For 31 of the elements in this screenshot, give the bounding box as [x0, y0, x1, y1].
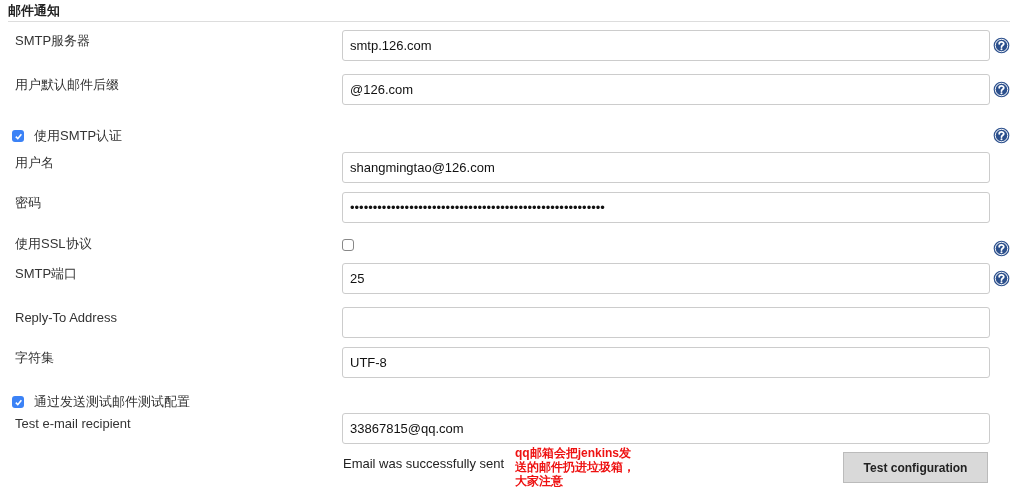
test-configuration-button[interactable]: Test configuration	[843, 452, 988, 483]
help-icon[interactable]	[993, 37, 1010, 54]
input-field[interactable]: smtp.126.com	[342, 30, 990, 61]
checkbox[interactable]	[342, 239, 354, 251]
input-field[interactable]: shangmingtao@126.com	[342, 152, 990, 183]
field-label: 用户名	[15, 155, 54, 170]
field-label: 用户默认邮件后缀	[15, 77, 119, 92]
checkbox-label: 通过发送测试邮件测试配置	[34, 393, 190, 412]
help-icon[interactable]	[993, 270, 1010, 287]
field-label: 字符集	[15, 350, 54, 365]
input-field[interactable]: @126.com	[342, 74, 990, 105]
checkbox-label: 使用SMTP认证	[34, 127, 123, 146]
status-message: Email was successfully sent	[342, 455, 505, 473]
help-icon[interactable]	[993, 81, 1010, 98]
input-field[interactable]: 33867815@qq.com	[342, 413, 990, 444]
input-field[interactable]: ••••••••••••••••••••••••••••••••••••••••••••••••••••••••	[342, 192, 990, 223]
section-title: 邮件通知	[8, 1, 60, 20]
field-label: 使用SSL协议	[15, 236, 92, 251]
checkbox[interactable]	[12, 130, 24, 142]
input-field[interactable]	[342, 307, 990, 338]
help-icon[interactable]	[993, 240, 1010, 257]
field-label: Test e-mail recipient	[15, 416, 131, 431]
field-label: SMTP端口	[15, 266, 78, 281]
field-label: 密码	[15, 195, 41, 210]
help-icon[interactable]	[993, 127, 1010, 144]
field-label: SMTP服务器	[15, 33, 91, 48]
input-field[interactable]: UTF-8	[342, 347, 990, 378]
field-label: Reply-To Address	[15, 310, 117, 325]
annotation-note: qq邮箱会把jenkins发送的邮件扔进垃圾箱，大家注意	[515, 446, 636, 488]
checkbox[interactable]	[12, 396, 24, 408]
input-field[interactable]: 25	[342, 263, 990, 294]
